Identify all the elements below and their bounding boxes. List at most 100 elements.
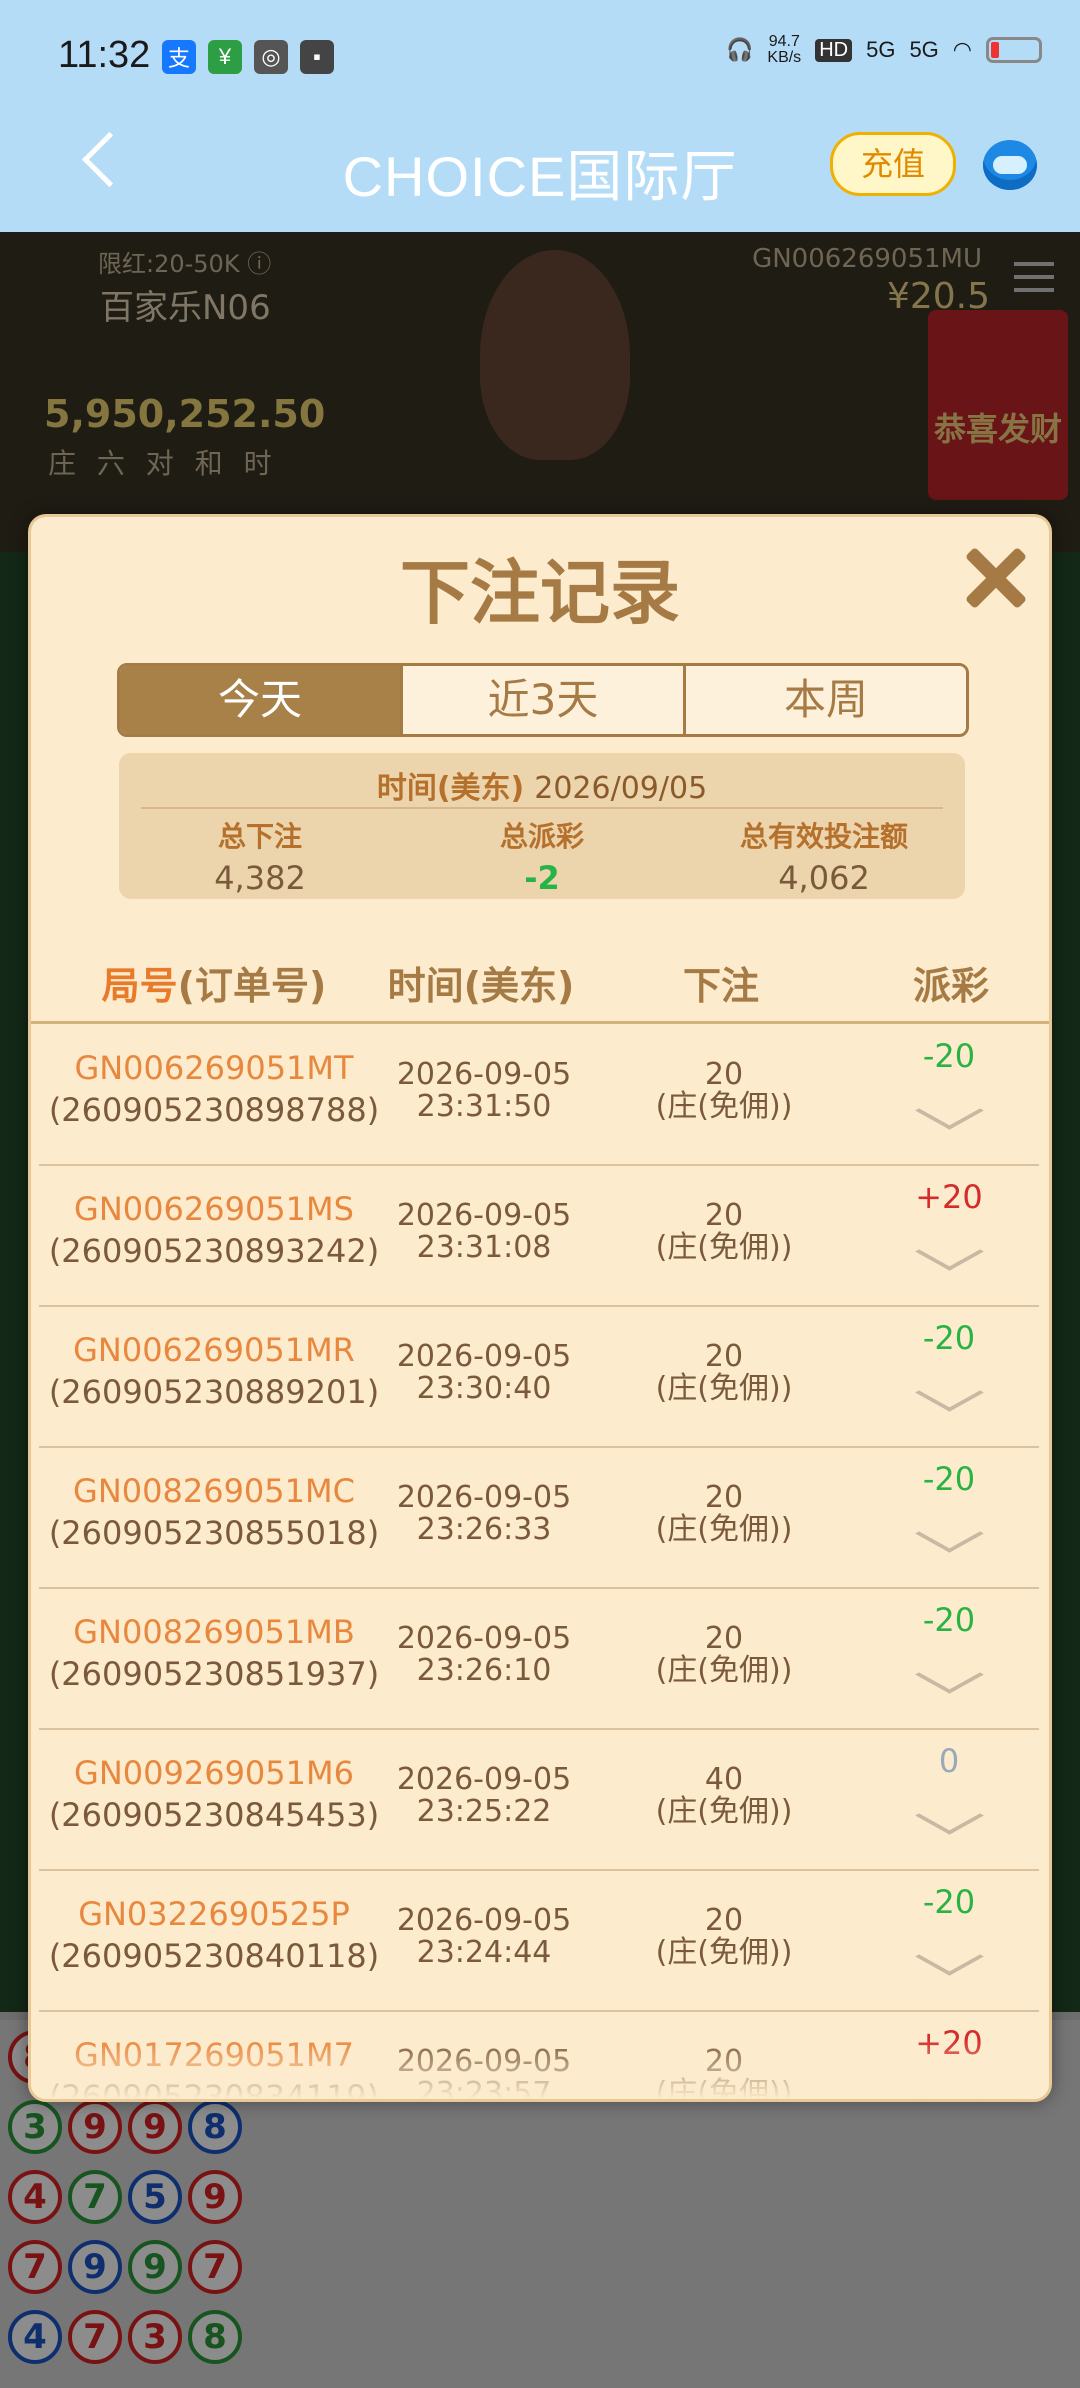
order-id: (260905230851937) xyxy=(48,1655,380,1693)
date-range-tabs: 今天 近3天 本周 xyxy=(117,663,969,737)
round-id: GN009269051M6 xyxy=(74,1754,354,1792)
bet-record-dialog: 下注记录 今天 近3天 本周 时间(美东) 2026/09/05 总下注 4,38… xyxy=(28,514,1052,2102)
record-time: 23:25:22 xyxy=(416,1794,552,1829)
total-valid-value: 4,062 xyxy=(778,859,870,897)
round-id: GN0322690525P xyxy=(78,1895,350,1933)
record-row[interactable]: GN006269051MR (260905230889201) 2026-09-05… xyxy=(39,1307,1039,1448)
header-divider xyxy=(31,1021,1049,1024)
bet-type: (庄(免佣)) xyxy=(655,1653,793,1688)
total-payout-value: -2 xyxy=(524,859,560,897)
payout-value: -20 xyxy=(922,1460,976,1498)
chevron-down-icon[interactable] xyxy=(915,1937,984,1976)
order-id: (260905230845453) xyxy=(48,1796,380,1834)
headphones-icon: 🎧 xyxy=(725,37,754,62)
tab-today[interactable]: 今天 xyxy=(120,666,403,734)
total-bet-value: 4,382 xyxy=(214,859,306,897)
round-id: GN006269051MT xyxy=(74,1049,354,1087)
round-id-cell: GN0322690525P (260905230840118) xyxy=(39,1895,389,1975)
record-time: 23:31:50 xyxy=(416,1089,552,1124)
notification-icons: 支 ¥ ◎ ▪ xyxy=(162,40,334,74)
wifi-icon: ◠ xyxy=(952,37,972,62)
total-payout-label: 总派彩 xyxy=(499,820,584,853)
record-time: 23:26:10 xyxy=(416,1653,552,1688)
summary-date: 时间(美东) 2026/09/05 xyxy=(119,763,965,807)
chevron-down-icon[interactable] xyxy=(915,1373,984,1412)
battery-icon xyxy=(986,37,1042,63)
record-date: 2026-09-05 xyxy=(396,1762,572,1797)
record-date: 2026-09-05 xyxy=(396,1621,572,1656)
bet-cell: 20(庄(免佣)) xyxy=(624,1341,824,1405)
round-id: GN006269051MR xyxy=(73,1331,355,1369)
record-date: 2026-09-05 xyxy=(396,1198,572,1233)
bet-cell: 20(庄(免佣)) xyxy=(624,1623,824,1687)
time-cell: 2026-09-05 23:26:10 xyxy=(384,1623,584,1687)
list-fade xyxy=(31,2039,1049,2099)
divider xyxy=(141,807,943,809)
dialog-title: 下注记录 xyxy=(400,552,680,634)
round-id: GN008269051MC xyxy=(73,1472,355,1510)
round-id: GN008269051MB xyxy=(73,1613,355,1651)
payout-value: -20 xyxy=(922,1601,976,1639)
total-bet-label: 总下注 xyxy=(217,820,302,853)
payout-value: 0 xyxy=(938,1742,960,1780)
round-id-cell: GN008269051MC (260905230855018) xyxy=(39,1472,389,1552)
bet-cell: 40 (庄(免佣)) xyxy=(624,1764,824,1828)
chevron-down-icon[interactable] xyxy=(915,1796,984,1835)
payout-value: -20 xyxy=(922,1883,976,1921)
order-id: (260905230840118) xyxy=(48,1937,380,1975)
bet-type: (庄(免佣)) xyxy=(655,1371,793,1406)
network-speed: 94.7 KB/s xyxy=(767,33,802,66)
bet-cell: 20(庄(免佣)) xyxy=(624,1059,824,1123)
record-row[interactable]: GN006269051MS (260905230893242) 2026-09-05… xyxy=(39,1166,1039,1307)
tab-3days[interactable]: 近3天 xyxy=(403,666,686,734)
close-icon[interactable] xyxy=(955,539,1035,619)
record-date: 2026-09-05 xyxy=(396,1903,572,1938)
record-date: 2026-09-05 xyxy=(396,1339,572,1374)
payout-value: +20 xyxy=(915,1178,983,1216)
summary-date-label: 时间(美东) xyxy=(376,771,525,806)
payout-value: -20 xyxy=(922,1037,976,1075)
record-time: 23:26:33 xyxy=(416,1512,552,1547)
chevron-down-icon[interactable] xyxy=(915,1655,984,1694)
record-row[interactable]: GN006269051MT (260905230898788) 2026-09-05… xyxy=(39,1025,1039,1166)
time-cell: 2026-09-05 23:30:40 xyxy=(384,1341,584,1405)
bet-cell: 20(庄(免佣)) xyxy=(624,1482,824,1546)
bet-amount: 20 xyxy=(704,1198,744,1233)
bet-amount: 20 xyxy=(704,1903,744,1938)
recharge-button[interactable]: 充值 xyxy=(830,132,956,196)
record-row[interactable]: GN008269051MC (260905230855018) 2026-09-05… xyxy=(39,1448,1039,1589)
chevron-down-icon[interactable] xyxy=(915,1514,984,1553)
col-bet: 下注 xyxy=(682,964,759,1008)
record-time: 23:30:40 xyxy=(416,1371,552,1406)
bet-cell: 20(庄(免佣)) xyxy=(624,1905,824,1969)
col-payout: 派彩 xyxy=(912,964,989,1008)
summary-date-value: 2026/09/05 xyxy=(534,771,708,806)
bank-icon: ¥ xyxy=(208,40,242,74)
total-bet: 总下注 4,382 xyxy=(119,815,401,897)
bet-amount: 20 xyxy=(704,1480,744,1515)
bet-amount: 20 xyxy=(704,1621,744,1656)
record-row[interactable]: GN008269051MB (260905230851937) 2026-09-05… xyxy=(39,1589,1039,1730)
bet-type: (庄(免佣)) xyxy=(655,1230,793,1265)
customer-service-icon[interactable] xyxy=(983,140,1037,190)
round-id-cell: GN006269051MT (260905230898788) xyxy=(39,1049,389,1129)
chevron-down-icon[interactable] xyxy=(915,1232,984,1271)
bet-amount: 20 xyxy=(704,1339,744,1374)
bet-cell: 20(庄(免佣)) xyxy=(624,1200,824,1264)
message-icon: ▪ xyxy=(300,40,334,74)
record-row[interactable]: GN0322690525P (260905230840118) 2026-09-05… xyxy=(39,1871,1039,2012)
signal-icon-2: 5G xyxy=(909,37,939,62)
col-time: 时间(美东) xyxy=(387,964,575,1008)
app-icon: ◎ xyxy=(254,40,288,74)
hd-icon: HD xyxy=(815,38,853,62)
chevron-down-icon[interactable] xyxy=(915,1091,984,1130)
bet-type: (庄(免佣)) xyxy=(655,1089,793,1124)
bet-amount: 20 xyxy=(704,1057,744,1092)
time-cell: 2026-09-05 23:31:08 xyxy=(384,1200,584,1264)
time-cell: 2026-09-05 23:25:22 xyxy=(384,1764,584,1828)
time-cell: 2026-09-05 23:24:44 xyxy=(384,1905,584,1969)
record-row[interactable]: GN009269051M6 (260905230845453) 2026-09-05… xyxy=(39,1730,1039,1871)
status-time: 11:32 xyxy=(58,34,151,76)
bet-type: (庄(免佣)) xyxy=(655,1512,793,1547)
tab-this-week[interactable]: 本周 xyxy=(686,666,966,734)
